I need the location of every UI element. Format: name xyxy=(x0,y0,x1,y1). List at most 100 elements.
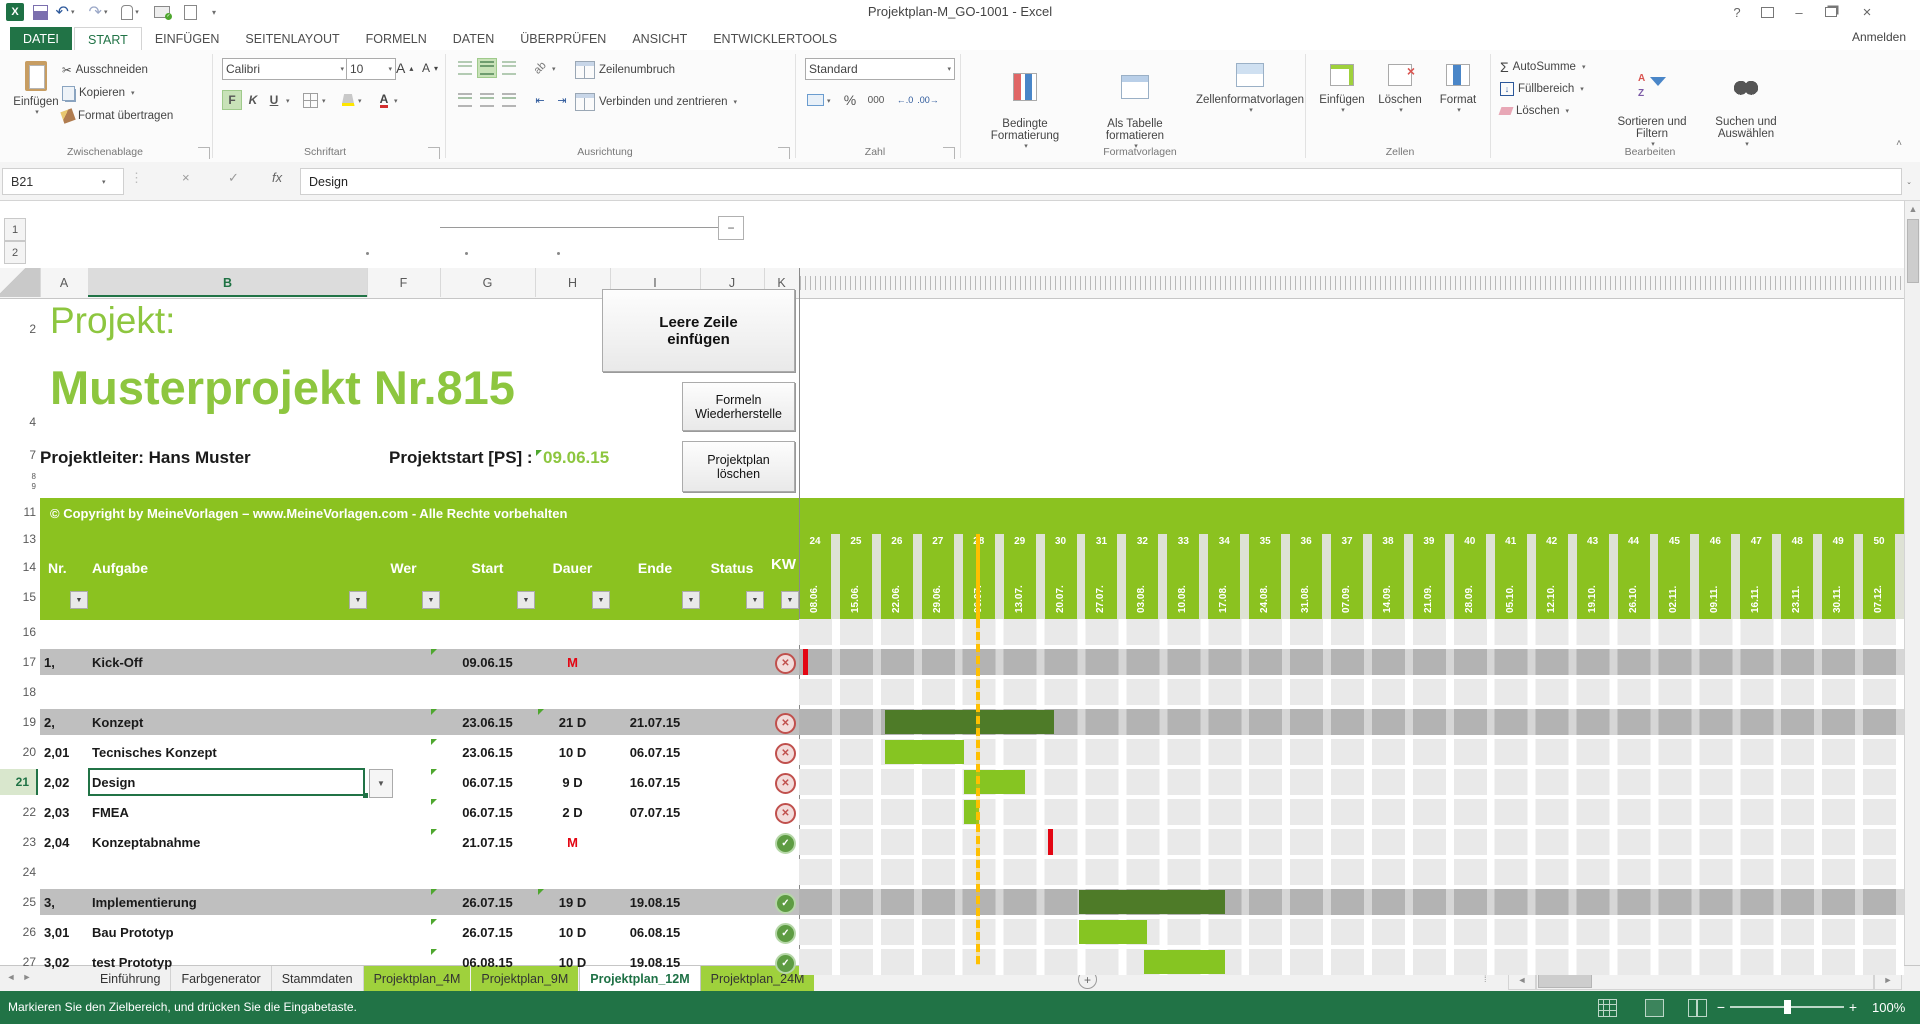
decrease-indent-icon[interactable]: ⇤ xyxy=(530,90,550,110)
cell-end[interactable]: 19.08.15 xyxy=(610,887,700,917)
status-error-icon[interactable]: ✕ xyxy=(775,803,796,824)
align-middle-icon[interactable] xyxy=(477,58,497,78)
cell-task[interactable]: Konzeptabnahme xyxy=(92,827,360,857)
gantt-bar[interactable] xyxy=(1144,950,1225,974)
help-icon[interactable]: ? xyxy=(1724,2,1750,22)
cell-end[interactable]: 21.07.15 xyxy=(610,707,700,737)
clear-button[interactable]: Löschen▾ xyxy=(1500,101,1569,121)
row-header-17[interactable]: 17 xyxy=(0,654,43,670)
status-error-icon[interactable]: ✕ xyxy=(775,743,796,764)
filter-dropdown-icon[interactable]: ▼ xyxy=(682,591,700,609)
cell-start[interactable]: 23.06.15 xyxy=(440,737,535,767)
restore-formulas-button[interactable]: Formeln Wiederherstelle xyxy=(682,382,795,431)
select-all-corner[interactable] xyxy=(0,268,41,297)
qat-dropdown-icon[interactable]: ▾ xyxy=(204,3,224,21)
restore-icon[interactable] xyxy=(1818,2,1844,22)
align-left-icon[interactable] xyxy=(455,90,475,110)
cell-nr[interactable]: 3,02 xyxy=(44,947,86,977)
cell-end[interactable] xyxy=(610,647,700,677)
ribbon-display-options-icon[interactable] xyxy=(1754,2,1780,22)
underline-button[interactable]: U xyxy=(264,90,284,110)
conditional-formatting-button[interactable]: Bedingte Formatierung▾ xyxy=(975,56,1075,150)
tab-datei[interactable]: DATEI xyxy=(10,27,72,50)
cell-duration[interactable]: M xyxy=(535,647,610,677)
cell-start[interactable]: 09.06.15 xyxy=(440,647,535,677)
font-dialog-launcher[interactable] xyxy=(428,147,440,159)
cell-duration[interactable]: 10 D xyxy=(535,917,610,947)
cell-duration[interactable]: 2 D xyxy=(535,797,610,827)
cell-start[interactable]: 06.07.15 xyxy=(440,797,535,827)
status-ok-icon[interactable]: ✓ xyxy=(775,953,796,974)
project-start-value[interactable]: 09.06.15 xyxy=(543,448,609,468)
font-size-combo[interactable]: 10▾ xyxy=(346,58,396,80)
sort-filter-button[interactable]: A Z Sortieren und Filtern▾ xyxy=(1608,56,1696,148)
insert-row-button[interactable]: Leere Zeile einfügen xyxy=(602,289,795,372)
outline-level-2-button[interactable]: 2 xyxy=(4,241,26,264)
cell-nr[interactable]: 1, xyxy=(44,647,86,677)
touch-mode-icon[interactable]: ▾ xyxy=(120,3,140,21)
cell-duration[interactable]: 10 D xyxy=(535,947,610,977)
scroll-up-icon[interactable]: ▲ xyxy=(1905,201,1920,217)
cell-task[interactable]: Konzept xyxy=(92,707,360,737)
alignment-dialog-launcher[interactable] xyxy=(778,147,790,159)
cell-end[interactable] xyxy=(610,827,700,857)
fill-button[interactable]: ↓ Füllbereich▾ xyxy=(1500,79,1584,99)
row-header-19[interactable]: 19 xyxy=(0,714,43,730)
collapse-ribbon-icon[interactable]: ˄ xyxy=(1896,138,1902,149)
filter-dropdown-icon[interactable]: ▼ xyxy=(781,591,799,609)
cell-start[interactable]: 06.07.15 xyxy=(440,767,535,797)
insert-cells-button[interactable]: Einfügen▾ xyxy=(1315,56,1369,114)
cell-nr[interactable]: 2,03 xyxy=(44,797,86,827)
status-ok-icon[interactable]: ✓ xyxy=(775,893,796,914)
column-header-G[interactable]: G xyxy=(440,268,536,297)
cell-end[interactable]: 06.08.15 xyxy=(610,917,700,947)
align-center-icon[interactable] xyxy=(477,90,497,110)
merge-center-button[interactable]: Verbinden und zentrieren▾ xyxy=(575,92,737,112)
row-header-24[interactable]: 24 xyxy=(0,864,43,880)
row-header-9[interactable]: 9 xyxy=(0,482,43,491)
sign-in-link[interactable]: Anmelden xyxy=(1852,30,1906,44)
italic-button[interactable]: K xyxy=(243,90,263,110)
cell-end[interactable]: 16.07.15 xyxy=(610,767,700,797)
clipboard-dialog-launcher[interactable] xyxy=(198,147,210,159)
name-box-dropdown-icon[interactable]: ▾ xyxy=(102,178,106,186)
filter-dropdown-icon[interactable]: ▼ xyxy=(70,591,88,609)
status-error-icon[interactable]: ✕ xyxy=(775,713,796,734)
minimize-icon[interactable]: – xyxy=(1786,2,1812,22)
zoom-in-icon[interactable]: + xyxy=(1846,998,1860,1016)
copy-button[interactable]: Kopieren▾ xyxy=(62,83,135,103)
redo-icon[interactable]: ↷▾ xyxy=(88,3,108,21)
fill-color-icon[interactable] xyxy=(338,90,358,110)
underline-dropdown-icon[interactable]: ▾ xyxy=(286,97,290,105)
shrink-font-button[interactable]: A▾ xyxy=(422,58,438,78)
cell-dropdown-icon[interactable]: ▼ xyxy=(369,769,393,798)
gantt-bar[interactable] xyxy=(1079,890,1225,914)
wrap-text-button[interactable]: Zeilenumbruch xyxy=(575,60,675,80)
orientation-icon[interactable]: ab xyxy=(530,58,550,78)
cell-start[interactable]: 26.07.15 xyxy=(440,917,535,947)
gantt-milestone[interactable] xyxy=(803,649,808,675)
outline-collapse-button[interactable]: − xyxy=(718,216,744,240)
row-header-15[interactable]: 15 xyxy=(0,590,43,604)
row-header-2[interactable]: 2 xyxy=(0,322,43,336)
quick-print-icon[interactable]: ✓ xyxy=(152,3,172,21)
delete-cells-button[interactable]: × Löschen▾ xyxy=(1373,56,1427,114)
accounting-format-icon[interactable] xyxy=(805,90,825,110)
grow-font-button[interactable]: A▴ xyxy=(396,58,413,78)
cell-task[interactable]: FMEA xyxy=(92,797,360,827)
cell-styles-button[interactable]: Zellenformatvorlagen▾ xyxy=(1195,56,1305,114)
column-header-A[interactable]: A xyxy=(40,268,89,297)
row-header-27[interactable]: 27 xyxy=(0,954,43,970)
number-format-combo[interactable]: Standard▾ xyxy=(805,58,955,80)
decrease-decimal-icon[interactable]: .00→ xyxy=(918,90,938,110)
percent-style-icon[interactable]: % xyxy=(840,90,860,110)
row-header-13[interactable]: 13 xyxy=(0,532,43,546)
gantt-bar[interactable] xyxy=(885,710,1054,734)
orientation-dropdown-icon[interactable]: ▾ xyxy=(552,65,556,73)
cell-nr[interactable]: 3,01 xyxy=(44,917,86,947)
column-header-B[interactable]: B xyxy=(88,268,368,297)
row-header-23[interactable]: 23 xyxy=(0,834,43,850)
cell-start[interactable]: 06.08.15 xyxy=(440,947,535,977)
status-ok-icon[interactable]: ✓ xyxy=(775,923,796,944)
filter-dropdown-icon[interactable]: ▼ xyxy=(592,591,610,609)
